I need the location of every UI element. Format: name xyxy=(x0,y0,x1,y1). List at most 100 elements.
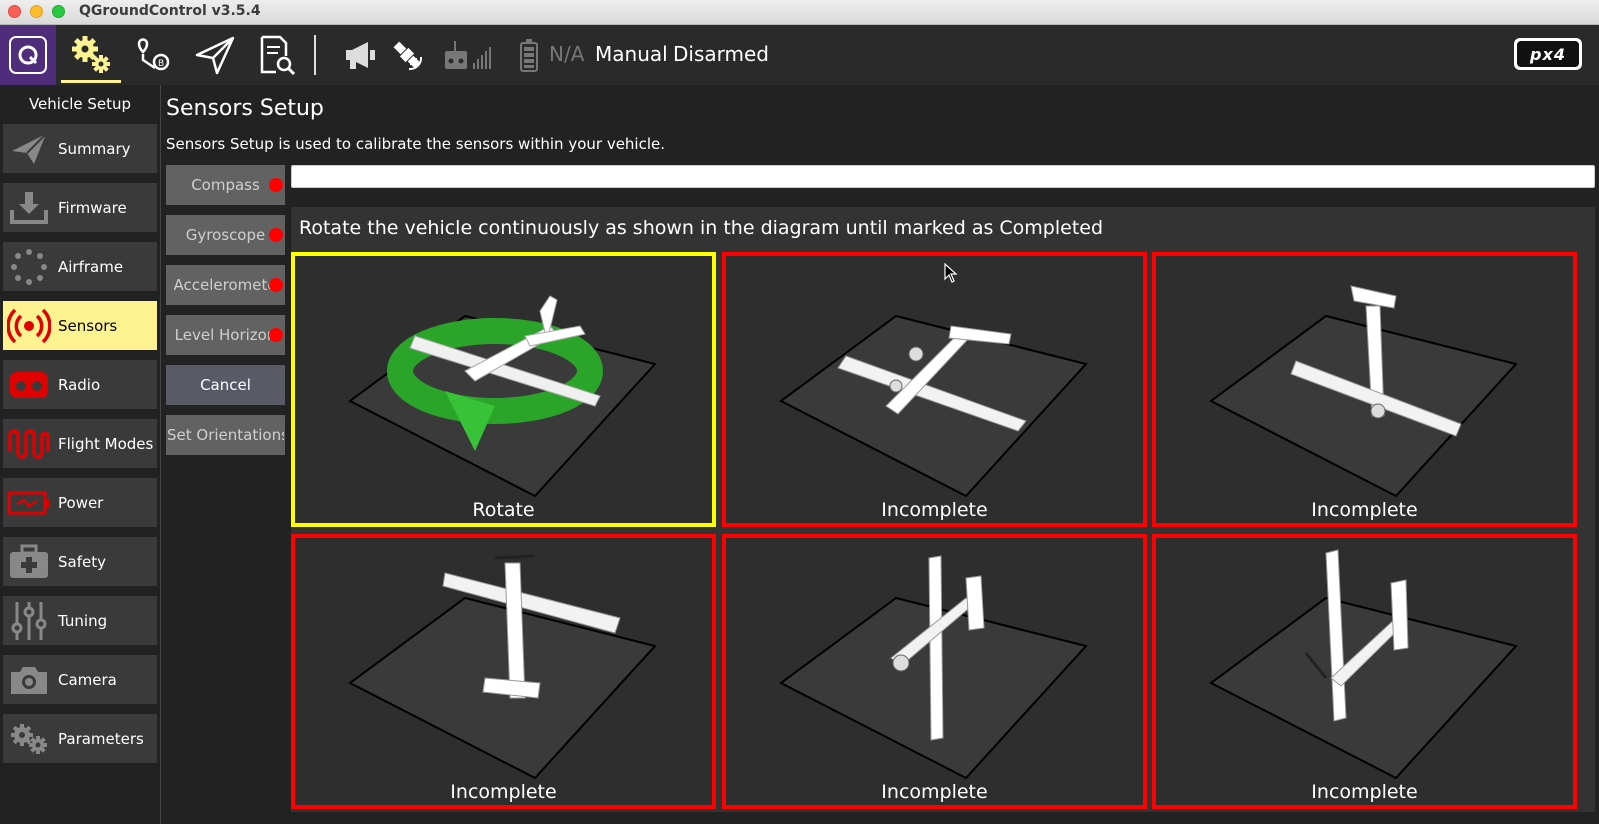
fly-view-button[interactable] xyxy=(193,25,237,85)
sidebar-item-label: Parameters xyxy=(58,729,144,748)
qgc-logo-icon xyxy=(9,36,47,74)
compass-status-indicator xyxy=(269,178,283,192)
window-titlebar: QGroundControl v3.5.4 xyxy=(0,0,1599,25)
plan-view-button[interactable]: B xyxy=(131,25,175,85)
sidebar-item-camera[interactable]: Camera xyxy=(3,655,157,704)
sidebar-item-sensors[interactable]: Sensors xyxy=(3,301,157,350)
paper-plane-icon xyxy=(195,36,235,75)
sidebar-item-label: Firmware xyxy=(58,198,127,217)
orientation-status-label: Incomplete xyxy=(881,781,988,803)
sidebar-item-label: Power xyxy=(58,493,104,512)
maximize-window-button[interactable] xyxy=(52,5,65,18)
document-search-icon xyxy=(260,35,296,76)
accelerometer-calibrate-button[interactable]: Accelerometer xyxy=(166,265,285,305)
plan-route-icon: B xyxy=(137,38,170,71)
sensors-icon xyxy=(7,308,51,343)
gyroscope-button-label: Gyroscope xyxy=(185,226,266,244)
orientation-status-label: Incomplete xyxy=(450,781,557,803)
orientation-tile: Incomplete xyxy=(1152,252,1577,527)
sidebar-item-label: Summary xyxy=(58,139,131,158)
medkit-icon xyxy=(10,544,48,578)
orientation-status-label: Rotate xyxy=(472,499,535,521)
orientation-tile: Incomplete xyxy=(722,252,1147,527)
main-toolbar: B N/A Manual Disarmed px4 xyxy=(0,25,1599,85)
gyroscope-calibrate-button[interactable]: Gyroscope xyxy=(166,215,285,255)
level-horizon-status-indicator xyxy=(269,328,283,342)
sidebar-item-summary[interactable]: Summary xyxy=(3,124,157,173)
arm-state-indicator[interactable]: Disarmed xyxy=(673,41,769,67)
radio-icon xyxy=(10,371,48,398)
cursor-arrow-icon xyxy=(944,262,958,283)
wave-icon xyxy=(8,428,50,459)
vehicle-setup-button[interactable] xyxy=(61,25,121,85)
orientation-tile: Incomplete xyxy=(1152,534,1577,809)
compass-button-label: Compass xyxy=(191,176,260,194)
orientation-upside-down-diagram xyxy=(1209,549,1518,780)
sidebar-item-label: Airframe xyxy=(58,257,124,276)
vehicle-setup-sidebar: Vehicle Setup Summary Firmware Airframe … xyxy=(0,85,162,824)
megaphone-icon xyxy=(346,42,375,69)
window-title: QGroundControl v3.5.4 xyxy=(79,3,261,19)
download-icon xyxy=(10,191,48,224)
orientation-left-side-diagram xyxy=(348,554,657,780)
orientation-tile: Incomplete xyxy=(722,534,1147,809)
accelerometer-button-label: Accelerometer xyxy=(173,276,278,294)
sidebar-item-label: Safety xyxy=(58,552,106,571)
gears-icon xyxy=(11,723,47,754)
sliders-icon xyxy=(11,601,47,640)
page-description: Sensors Setup is used to calibrate the s… xyxy=(166,135,666,153)
battery-status-text: N/A xyxy=(549,42,585,66)
orientation-tile: Incomplete xyxy=(291,534,716,809)
sidebar-item-label: Sensors xyxy=(58,316,118,335)
level-horizon-calibrate-button[interactable]: Level Horizon xyxy=(166,315,285,355)
close-window-button[interactable] xyxy=(8,5,21,18)
qgc-logo-button[interactable] xyxy=(0,25,56,85)
set-orientations-button-label: Set Orientations xyxy=(167,426,284,444)
px4-logo-mark: px4 xyxy=(1517,41,1579,67)
orientation-status-label: Incomplete xyxy=(1311,781,1418,803)
sidebar-item-firmware[interactable]: Firmware xyxy=(3,183,157,232)
orientation-tile: Rotate xyxy=(291,252,716,527)
battery-status-button[interactable] xyxy=(518,25,540,85)
sidebar-item-power[interactable]: Power xyxy=(3,478,157,527)
sidebar-item-flight-modes[interactable]: Flight Modes xyxy=(3,419,157,468)
sidebar-item-airframe[interactable]: Airframe xyxy=(3,242,157,291)
flight-mode-selector[interactable]: Manual xyxy=(595,41,668,67)
orientation-status-label: Incomplete xyxy=(1311,499,1418,521)
sidebar-title: Vehicle Setup xyxy=(28,95,132,113)
compass-calibrate-button[interactable]: Compass xyxy=(166,165,285,205)
gyroscope-status-indicator xyxy=(269,228,283,242)
sidebar-item-label: Radio xyxy=(58,375,101,394)
sidebar-item-safety[interactable]: Safety xyxy=(3,537,157,586)
px4-logo: px4 xyxy=(1514,38,1582,70)
gps-status-button[interactable] xyxy=(387,25,427,85)
battery-icon xyxy=(520,39,538,72)
page-title: Sensors Setup xyxy=(166,96,324,121)
orientation-nose-up-diagram xyxy=(779,314,1088,498)
sidebar-item-label: Tuning xyxy=(58,611,108,630)
minimize-window-button[interactable] xyxy=(30,5,43,18)
sidebar-item-tuning[interactable]: Tuning xyxy=(3,596,157,645)
sidebar-divider xyxy=(160,85,161,824)
rc-rssi-button[interactable] xyxy=(443,25,495,85)
calibration-progress-bar xyxy=(291,165,1595,188)
svg-text:B: B xyxy=(158,59,164,69)
level-horizon-button-label: Level Horizon xyxy=(174,326,277,344)
airframe-dots-icon xyxy=(11,248,47,285)
set-orientations-button[interactable]: Set Orientations xyxy=(166,415,285,455)
cancel-button-label: Cancel xyxy=(200,376,251,394)
orientation-tail-up-diagram xyxy=(1209,285,1518,498)
mouse-cursor xyxy=(944,262,958,287)
messages-button[interactable] xyxy=(340,25,380,85)
rc-transmitter-icon xyxy=(445,41,491,69)
analyze-view-button[interactable] xyxy=(253,25,299,85)
sidebar-item-label: Camera xyxy=(58,670,117,689)
orientation-status-label: Incomplete xyxy=(881,499,988,521)
battery-icon xyxy=(7,491,49,514)
calibration-instructions: Rotate the vehicle continuously as shown… xyxy=(299,217,1104,239)
orientation-right-side-diagram xyxy=(779,555,1088,780)
sidebar-item-parameters[interactable]: Parameters xyxy=(3,714,157,763)
cancel-button[interactable]: Cancel xyxy=(166,365,285,405)
satellite-icon xyxy=(393,41,423,71)
sidebar-item-radio[interactable]: Radio xyxy=(3,360,157,409)
